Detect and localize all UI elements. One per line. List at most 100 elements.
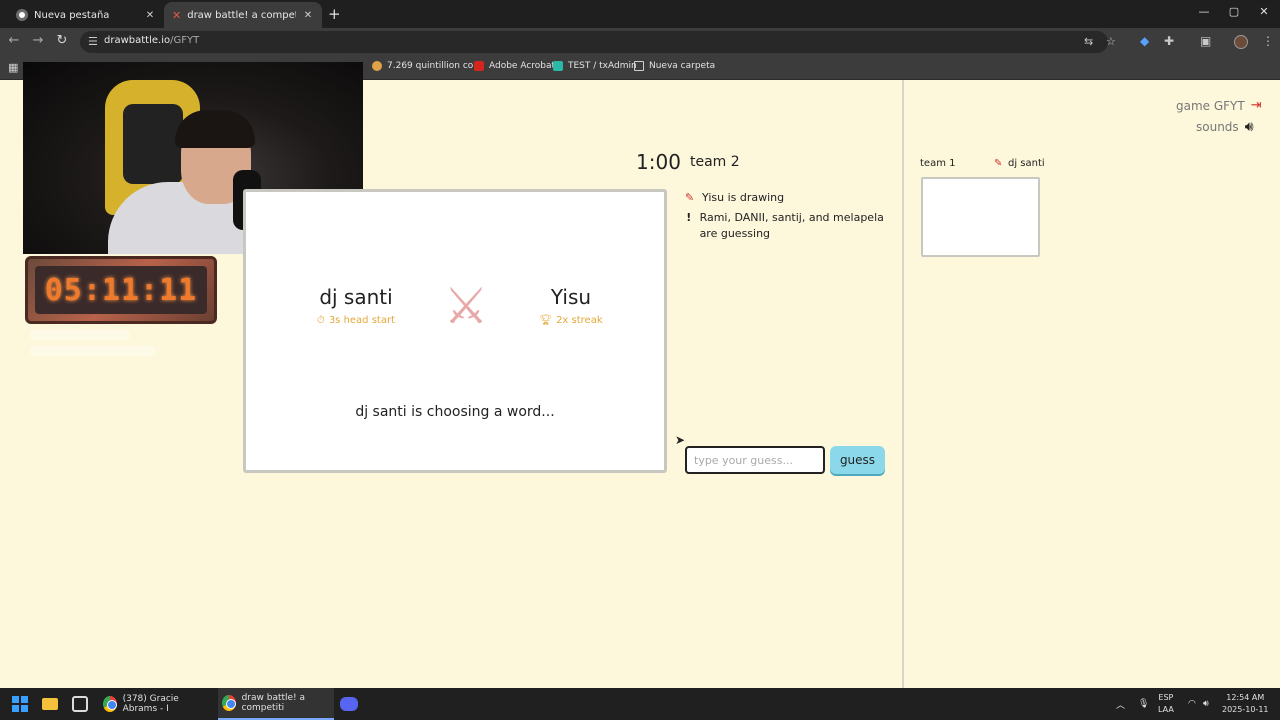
forward-arrow-icon[interactable]: → (29, 33, 47, 48)
bookmark-label: 7.269 quintillion co... (387, 61, 482, 71)
taskbar-app-label: (378) Gracie Abrams - I (122, 694, 179, 714)
tab-label: draw battle! a competitive team (187, 9, 296, 21)
menu-kebab-icon[interactable]: ⋮ (1262, 34, 1274, 48)
faded-overlay-text (30, 330, 220, 364)
folder-icon (634, 61, 644, 71)
opponent-mini-canvas (921, 177, 1040, 257)
bookmark-star-icon[interactable]: ☆ (1106, 35, 1116, 48)
profile-avatar[interactable] (1234, 35, 1248, 49)
tab-close-icon[interactable]: ✕ (144, 10, 156, 21)
mouse-cursor-icon: ➤ (675, 433, 686, 447)
start-button[interactable] (12, 688, 32, 720)
tab-draw-battle[interactable]: ✕ draw battle! a competitive team ✕ (164, 2, 322, 28)
taskbar-app-label: draw battle! a competiti (241, 693, 306, 713)
back-arrow-icon[interactable]: ← (5, 33, 23, 48)
pencil-icon: ✎ (685, 191, 695, 204)
apps-grid-icon[interactable]: ▦ (8, 61, 18, 74)
system-clock[interactable]: 12:54 AM 2025-10-11 (1222, 692, 1269, 716)
speaker-icon[interactable]: 🔊︎ (1245, 119, 1254, 135)
tab-label: Nueva pestaña (34, 9, 110, 21)
bookmark-item[interactable]: Nueva carpeta (634, 61, 715, 71)
url-path: /GFYT (170, 35, 200, 46)
microphone-tray-icon[interactable]: 🎙︎ (1138, 688, 1149, 720)
round-status: ✎ Yisu is drawing ! Rami, DANII, santij,… (685, 190, 895, 246)
wifi-icon[interactable]: ◠ (1188, 688, 1196, 720)
taskbar-chrome-drawbattle[interactable]: draw battle! a competiti (218, 688, 334, 720)
url-host: drawbattle.io (104, 35, 171, 46)
lang-line: LAA (1158, 705, 1174, 714)
game-code-link[interactable]: game GFYT ⇥ (1176, 98, 1262, 113)
clock-time: 12:54 AM (1226, 693, 1265, 702)
new-tab-button[interactable]: + (328, 5, 341, 23)
windows-taskbar: (378) Gracie Abrams - I draw battle! a c… (0, 688, 1280, 720)
exit-door-icon[interactable]: ⇥ (1251, 98, 1262, 113)
drawing-canvas[interactable]: dj santi ⏱ 3s head start ⚔ Yisu 🏆︎ 2x st… (243, 189, 667, 473)
drawbattle-favicon-icon: ✕ (172, 8, 182, 22)
taskbar-discord[interactable] (340, 688, 362, 720)
stream-timer-digits: 05:11:11 (35, 266, 207, 314)
guessing-status-text: Rami, DANII, santij, and melapela are gu… (699, 211, 884, 240)
taskbar-app-button[interactable] (72, 688, 92, 720)
sounds-toggle[interactable]: sounds 🔊︎ (1196, 119, 1254, 135)
side-panel-icon[interactable]: ▣ (1200, 34, 1211, 48)
game-code-label: game GFYT (1176, 98, 1245, 113)
player-name: dj santi (319, 285, 393, 309)
player-bonus: ⏱ 3s head start (306, 315, 406, 326)
close-window-button[interactable]: ✕ (1254, 5, 1274, 18)
sounds-label: sounds (1196, 120, 1239, 134)
language-indicator[interactable]: ESP LAA (1158, 692, 1174, 716)
folder-icon (42, 698, 58, 710)
bookmark-label: Nueva carpeta (649, 61, 716, 71)
tab-new-tab[interactable]: Nueva pestaña ✕ (8, 2, 164, 28)
exclamation-icon: ! (686, 211, 692, 224)
browser-tabbar: Nueva pestaña ✕ ✕ draw battle! a competi… (0, 0, 1280, 28)
lang-line: ESP (1158, 693, 1174, 702)
taskbar-chrome-music[interactable]: (378) Gracie Abrams - I (100, 688, 212, 720)
bookmark-item[interactable]: 7.269 quintillion co... (372, 61, 482, 71)
streamer-hair (175, 110, 255, 148)
minimize-button[interactable]: — (1194, 5, 1214, 18)
address-bar[interactable]: ☰ drawbattle.io/GFYT ⇆ ☆ (80, 31, 1116, 53)
player-name: Yisu (550, 285, 592, 309)
translate-icon[interactable]: ⇆ (1084, 35, 1093, 48)
bookmark-item[interactable]: TEST / txAdmin (553, 61, 637, 71)
tab-close-icon[interactable]: ✕ (302, 10, 314, 21)
guessing-status: ! Rami, DANII, santij, and melapela are … (685, 210, 895, 242)
guess-input[interactable] (685, 446, 825, 474)
side-drawer: ✎ dj santi (994, 158, 1045, 169)
windows-logo-icon (12, 696, 28, 712)
chrome-icon (222, 695, 236, 711)
choosing-word-message: dj santi is choosing a word... (355, 404, 555, 420)
player-bonus-text: 2x streak (556, 315, 603, 326)
file-explorer-button[interactable] (42, 688, 62, 720)
side-player-name: dj santi (1008, 158, 1045, 169)
url-text[interactable]: drawbattle.io/GFYT (104, 35, 199, 46)
extension-shield-icon[interactable]: ◆ (1140, 34, 1149, 48)
site-info-icon[interactable]: ☰ (88, 35, 98, 48)
reload-icon[interactable]: ↻ (53, 33, 71, 48)
clock-date: 2025-10-11 (1222, 705, 1269, 714)
drawing-status: ✎ Yisu is drawing (685, 190, 895, 206)
player-left: dj santi ⏱ 3s head start (306, 285, 406, 326)
volume-icon[interactable]: 🔊︎ (1203, 688, 1209, 720)
cookie-icon (372, 61, 382, 71)
acrobat-icon (474, 61, 484, 71)
chrome-favicon-icon (16, 9, 28, 21)
player-right: Yisu 🏆︎ 2x streak (526, 285, 616, 326)
round-timer: 1:00 (636, 150, 681, 174)
guess-button[interactable]: guess (830, 446, 885, 474)
extensions-puzzle-icon[interactable]: ✚ (1164, 34, 1174, 48)
stopwatch-icon: ⏱ (317, 315, 325, 326)
discord-icon (340, 697, 358, 711)
tray-overflow-icon[interactable]: ︿ (1116, 688, 1125, 720)
crossed-swords-icon: ⚔ (443, 277, 489, 335)
maximize-button[interactable]: ▢ (1224, 5, 1244, 18)
stream-timer-widget: 05:11:11 (25, 256, 217, 324)
current-team-label: team 2 (690, 154, 740, 170)
player-bonus-text: 3s head start (328, 315, 395, 326)
player-bonus: 🏆︎ 2x streak (526, 315, 616, 326)
txadmin-icon (553, 61, 563, 71)
bookmark-item[interactable]: Adobe Acrobat (474, 61, 555, 71)
trophy-icon: 🏆︎ (539, 315, 553, 326)
bookmark-label: TEST / txAdmin (568, 61, 637, 71)
